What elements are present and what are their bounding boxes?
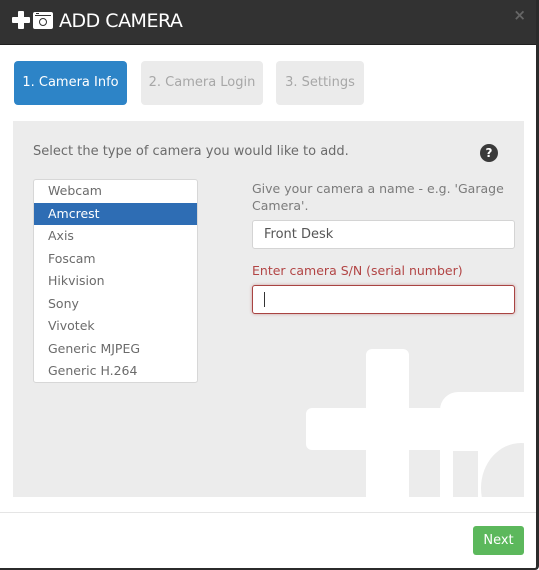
tab-camera-info[interactable]: 1. Camera Info: [14, 61, 127, 105]
camera-type-option[interactable]: Generic H.264: [34, 360, 197, 382]
camera-icon: [33, 12, 53, 29]
camera-info-panel: Select the type of camera you would like…: [13, 121, 524, 497]
tab-settings[interactable]: 3. Settings: [276, 61, 364, 105]
add-camera-dialog: ADD CAMERA × 1. Camera Info 2. Camera Lo…: [0, 0, 539, 570]
camera-type-option[interactable]: Generic MJPEG: [34, 338, 197, 361]
camera-type-option[interactable]: Hikvision: [34, 270, 197, 293]
footer-divider: [0, 512, 536, 513]
serial-number-input[interactable]: [252, 285, 515, 314]
camera-type-option[interactable]: Vivotek: [34, 315, 197, 338]
camera-type-list[interactable]: Webcam Amcrest Axis Foscam Hikvision Son…: [33, 179, 198, 383]
next-button[interactable]: Next: [473, 526, 524, 555]
serial-number-label: Enter camera S/N (serial number): [252, 263, 463, 278]
camera-type-prompt: Select the type of camera you would like…: [33, 144, 349, 159]
camera-type-option[interactable]: Webcam: [34, 180, 197, 203]
help-icon[interactable]: ?: [480, 144, 498, 162]
camera-name-input[interactable]: Front Desk: [252, 220, 515, 249]
close-icon[interactable]: ×: [513, 6, 526, 24]
dialog-title: ADD CAMERA: [59, 10, 183, 32]
watermark-camera-gap: [453, 451, 478, 497]
camera-name-label: Give your camera a name - e.g. 'Garage C…: [252, 181, 504, 213]
camera-type-option-selected[interactable]: Amcrest: [34, 202, 197, 225]
plus-icon: [12, 11, 30, 29]
dialog-header: ADD CAMERA ×: [0, 0, 536, 45]
text-cursor: [264, 292, 265, 307]
camera-type-option[interactable]: Sony: [34, 293, 197, 316]
camera-type-option[interactable]: Axis: [34, 225, 197, 248]
tab-camera-login[interactable]: 2. Camera Login: [141, 61, 263, 105]
camera-type-option[interactable]: Foscam: [34, 248, 197, 271]
